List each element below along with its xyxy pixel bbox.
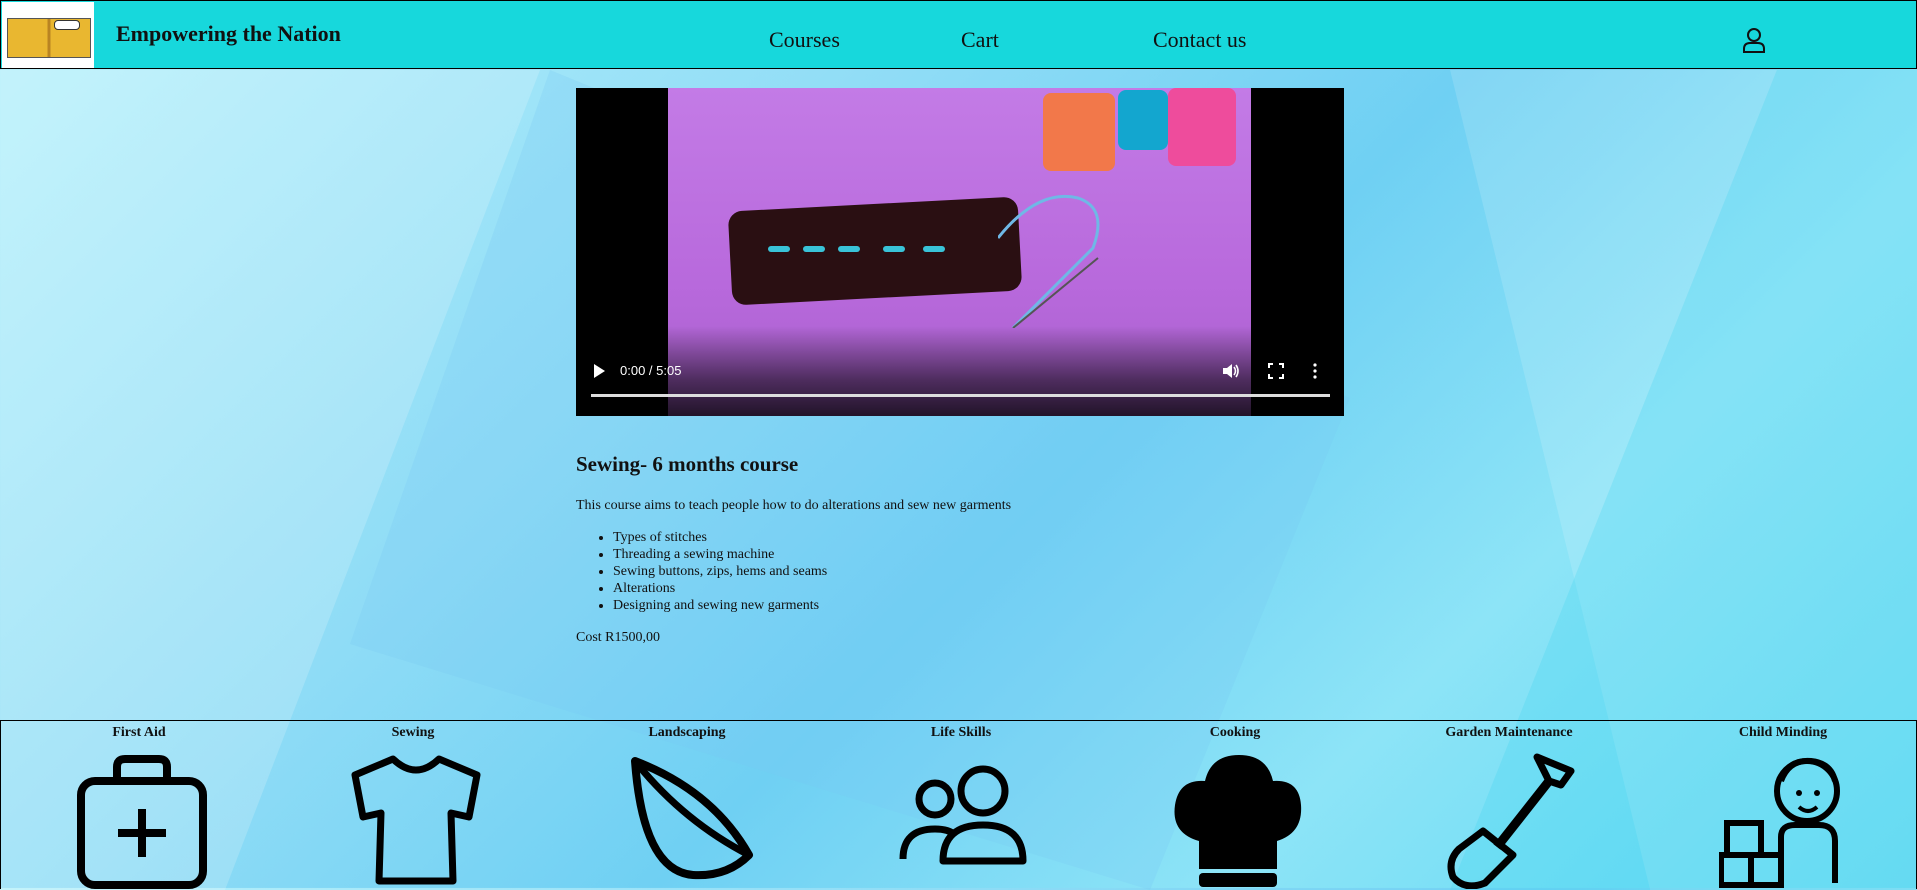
user-account-icon[interactable]: [1742, 27, 1766, 53]
stitch-mark: [768, 246, 790, 252]
list-item: Alterations: [613, 580, 827, 597]
nav-contact-link[interactable]: Contact us: [1153, 27, 1247, 53]
category-label: Cooking: [1209, 725, 1261, 740]
shirt-icon: [351, 755, 481, 885]
site-logo[interactable]: [2, 2, 94, 68]
category-label: Life Skills: [930, 725, 992, 740]
child-with-blocks-icon: [1719, 757, 1840, 888]
list-item: Threading a sewing machine: [613, 546, 827, 563]
category-child-minding[interactable]: Child Minding: [1683, 721, 1883, 889]
category-first-aid[interactable]: First Aid: [39, 721, 239, 889]
list-item: Designing and sewing new garments: [613, 597, 827, 614]
pink-thread-spool: [1168, 88, 1236, 166]
nav-courses-link[interactable]: Courses: [769, 27, 840, 53]
category-sewing[interactable]: Sewing: [313, 721, 513, 889]
course-description: This course aims to teach people how to …: [576, 498, 1012, 513]
site-title: Empowering the Nation: [116, 21, 341, 46]
volume-icon[interactable]: [1222, 363, 1240, 379]
category-landscaping[interactable]: Landscaping: [587, 721, 787, 889]
blue-thread-spool: [1118, 90, 1168, 150]
more-options-icon[interactable]: [1312, 363, 1318, 379]
course-details: Sewing- 6 months course This course aims…: [576, 452, 1276, 645]
list-item: Types of stitches: [613, 529, 827, 546]
category-label: First Aid: [112, 725, 166, 740]
shovel-icon: [1447, 753, 1575, 889]
course-title: Sewing- 6 months course: [576, 452, 799, 476]
stitch-mark: [923, 246, 945, 252]
course-cost: Cost R1500,00: [576, 630, 661, 645]
fullscreen-icon[interactable]: [1268, 363, 1284, 379]
leaf-icon: [631, 757, 753, 880]
category-cooking[interactable]: Cooking: [1135, 721, 1335, 889]
people-icon: [899, 765, 1027, 865]
chef-hat-icon: [1174, 755, 1302, 887]
list-item: Sewing buttons, zips, hems and seams: [613, 563, 827, 580]
course-categories: First Aid Sewing Landscaping Life Skills: [0, 720, 1917, 889]
orange-thread-spool: [1043, 93, 1115, 171]
category-label: Garden Maintenance: [1445, 725, 1573, 740]
category-life-skills[interactable]: Life Skills: [861, 721, 1061, 889]
stitch-mark: [803, 246, 825, 252]
site-header: Empowering the Nation Courses Cart Conta…: [0, 0, 1917, 69]
category-label: Child Minding: [1738, 725, 1828, 740]
video-progress-bar[interactable]: [591, 394, 1330, 397]
play-icon[interactable]: [592, 363, 606, 379]
logo-speech-bubble: [54, 20, 80, 30]
video-time: 0:00 / 5:05: [620, 363, 682, 378]
first-aid-kit-icon: [77, 755, 207, 889]
category-label: Landscaping: [648, 725, 726, 740]
course-video-player[interactable]: 0:00 / 5:05: [576, 88, 1344, 416]
category-label: Sewing: [391, 725, 435, 740]
needle-and-thread: [998, 194, 1100, 328]
nav-cart-link[interactable]: Cart: [961, 27, 999, 53]
stitch-mark: [883, 246, 905, 252]
stitch-mark: [838, 246, 860, 252]
category-garden-maintenance[interactable]: Garden Maintenance: [1409, 721, 1609, 889]
course-topics-list: Types of stitches Threading a sewing mac…: [576, 529, 827, 614]
